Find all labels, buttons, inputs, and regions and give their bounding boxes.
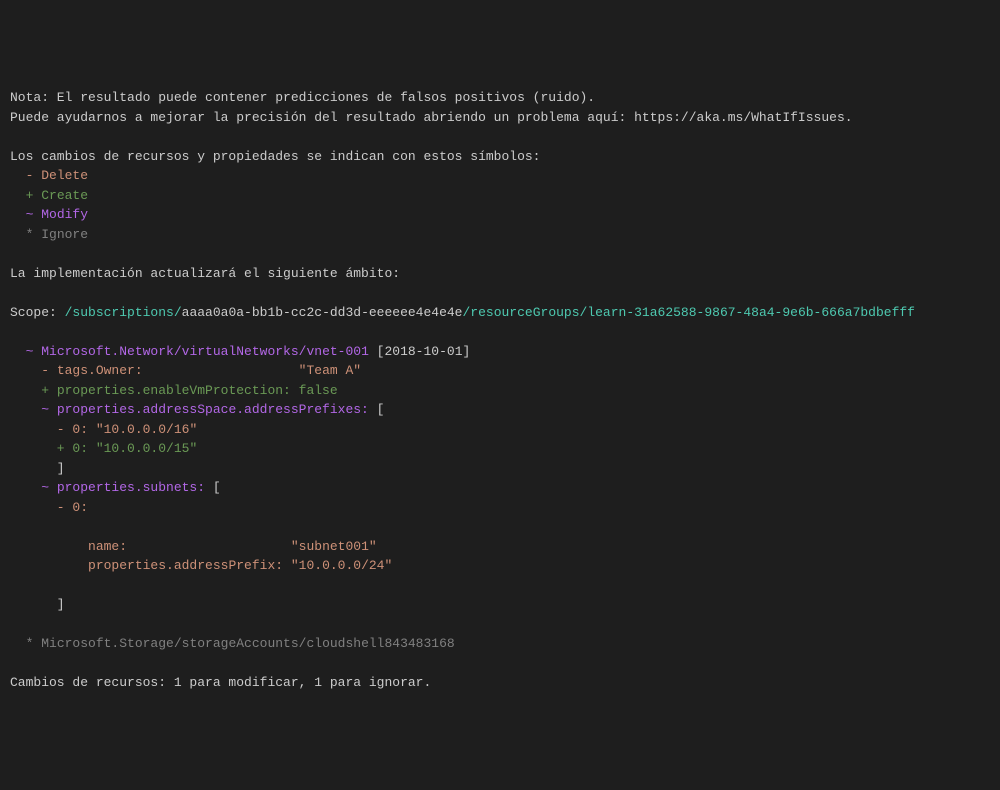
create-item-sym: +	[10, 441, 72, 456]
create-prop-key: properties.enableVmProtection:	[57, 383, 299, 398]
api-version: [2018-10-01]	[369, 344, 470, 359]
ignore-label: Ignore	[41, 227, 88, 242]
create-item-key: 0:	[72, 441, 95, 456]
create-item-val: "10.0.0.0/15"	[96, 441, 197, 456]
delete-item-val: "10.0.0.0/16"	[96, 422, 197, 437]
ignore-symbol: *	[10, 227, 41, 242]
delete-prop-key: tags.Owner:	[57, 363, 143, 378]
modify-subnets-key: properties.subnets:	[57, 480, 205, 495]
note-text-2: Puede ayudarnos a mejorar la precisión d…	[10, 110, 634, 125]
subnet-prefix-key: properties.addressPrefix:	[88, 558, 291, 573]
create-prop-sym: +	[10, 383, 57, 398]
bracket-close: ]	[10, 461, 65, 476]
scope-label: Scope:	[10, 305, 65, 320]
delete-subnet-sym: -	[10, 500, 72, 515]
delete-label: Delete	[41, 168, 88, 183]
legend-intro: Los cambios de recursos y propiedades se…	[10, 149, 541, 164]
resource-path: Microsoft.Network/virtualNetworks/vnet-0…	[41, 344, 369, 359]
subnet-prefix-val: "10.0.0.0/24"	[291, 558, 392, 573]
bracket-open: [	[369, 402, 385, 417]
create-prop-val: false	[299, 383, 338, 398]
subnet-name-val: "subnet001"	[291, 539, 377, 554]
modify-symbol: ~	[10, 207, 41, 222]
modify-prop-key: properties.addressSpace.addressPrefixes:	[57, 402, 369, 417]
scope-subid: aaaa0a0a-bb1b-cc2c-dd3d-eeeeee4e4e4e	[182, 305, 463, 320]
modify-prop-sym: ~	[10, 402, 57, 417]
create-symbol: +	[10, 188, 41, 203]
scope-path-sub: /subscriptions/	[65, 305, 182, 320]
ignore-resource-sym: *	[10, 636, 41, 651]
bracket-open-2: [	[205, 480, 221, 495]
delete-prop-sym: -	[10, 363, 57, 378]
summary-text: Cambios de recursos: 1 para modificar, 1…	[10, 675, 431, 690]
scope-intro: La implementación actualizará el siguien…	[10, 266, 400, 281]
create-label: Create	[41, 188, 88, 203]
scope-path-rg: /resourceGroups/learn-31a62588-9867-48a4…	[463, 305, 915, 320]
delete-item-key: 0:	[72, 422, 95, 437]
note-text: Nota: El resultado puede contener predic…	[10, 90, 595, 105]
issues-url[interactable]: https://aka.ms/WhatIfIssues	[634, 110, 845, 125]
modify-subnets-sym: ~	[10, 480, 57, 495]
delete-prop-val: "Team A"	[299, 363, 361, 378]
delete-item-sym: -	[10, 422, 72, 437]
modify-label: Modify	[41, 207, 88, 222]
ignore-resource-path: Microsoft.Storage/storageAccounts/clouds…	[41, 636, 454, 651]
bracket-close-2: ]	[10, 597, 65, 612]
delete-subnet-key: 0:	[72, 500, 88, 515]
subnet-name-key: name:	[88, 539, 127, 554]
delete-symbol: -	[10, 168, 41, 183]
modify-resource-sym: ~	[10, 344, 41, 359]
terminal-output: Nota: El resultado puede contener predic…	[10, 88, 990, 693]
